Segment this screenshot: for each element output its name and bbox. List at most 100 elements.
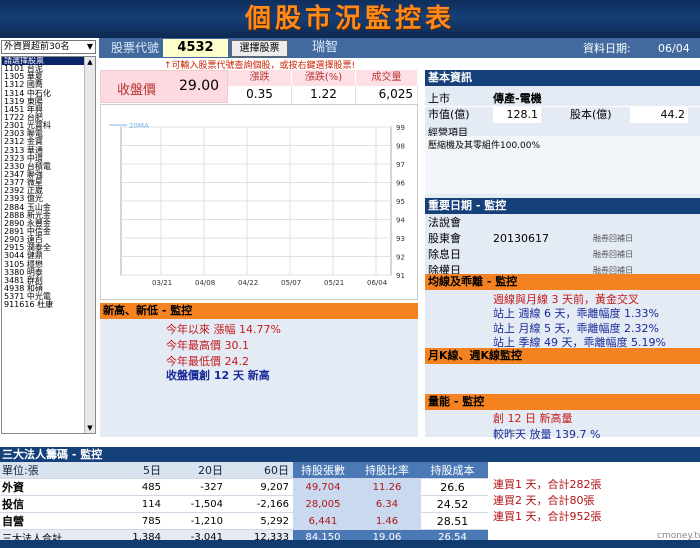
y-tick-label: 92 (396, 254, 405, 262)
capital: 44.2 (630, 106, 688, 123)
institution-notes: 連買1 天，合計282張 連買2 天，合計80張 連買1 天，合計952張 (489, 477, 700, 537)
ma-line-2: 站上 週線 6 天，乖離幅度 1.33% (493, 307, 659, 320)
table-row: 自營 785 -1,210 5,292 6,441 1.46 28.51 (0, 512, 488, 530)
stock-name: 瑞智 (312, 40, 339, 55)
stock-list-items: 請選擇股票 1101 台泥 1305 華夏 1312 國喬 1314 中石化 1319 東… (2, 57, 95, 309)
basic-row-2: 市值(億) 128.1 股本(億) 44.2 (425, 106, 700, 123)
stock-group-select[interactable]: 外資買超前30名 ▼ (1, 40, 96, 54)
stock-list[interactable]: 請選擇股票 1101 台泥 1305 華夏 1312 國喬 1314 中石化 1319 東… (1, 56, 96, 434)
date-row-label: 除息日 (428, 248, 461, 261)
y-tick-label: 91 (396, 272, 405, 280)
y-tick-label: 99 (396, 124, 405, 132)
basic-info-title: 基本資訊 (425, 70, 700, 86)
capital-label: 股本(億) (570, 108, 612, 121)
brand-watermark: cmoney.tw (657, 531, 700, 541)
highlow-line-2: 今年最高價 30.1 (166, 339, 249, 352)
legend-label: 20MA (129, 122, 149, 130)
chart-svg: 99 98 97 96 95 94 93 92 91 03/21 04/08 04/22 05/07 05… (109, 122, 405, 287)
cell: 485 (110, 478, 165, 496)
cell: 6.34 (357, 495, 421, 513)
scroll-down-icon[interactable]: ▼ (85, 423, 95, 433)
business-text: 壓縮機及其零組件100.00% (425, 136, 700, 194)
note-line: 連買2 天，合計80張 (493, 494, 595, 507)
industry: 傳產-電機 (493, 92, 542, 105)
y-tick-label: 96 (396, 180, 405, 188)
market-label: 上市 (428, 92, 450, 105)
stock-group-select-value: 外資買超前30名 (4, 42, 70, 52)
volume-line-2: 較昨天 放量 139.7 % (493, 428, 601, 441)
ma-title: 均線及乖離 - 監控 (425, 274, 700, 290)
dates-title: 重要日期 - 監控 (425, 198, 700, 214)
note-line: 連買1 天，合計952張 (493, 510, 602, 523)
select-stock-button[interactable]: 選擇股票 (231, 40, 288, 57)
highlow-title: 新高、新低 - 監控 (100, 303, 418, 319)
close-price: 29.00 (179, 78, 220, 94)
pct-value: 1.22 (292, 86, 356, 103)
date-row-label: 法說會 (428, 216, 461, 229)
close-price-label: 收盤價 (117, 83, 157, 98)
cell: -2,166 (227, 495, 293, 513)
highlow-line-4: 收盤價創 12 天 新高 (166, 369, 270, 382)
x-tick-label: 04/08 (195, 279, 215, 287)
cell: -1,504 (165, 495, 227, 513)
title-banner: 個股市況監控表 (0, 0, 700, 38)
table-row: 外資 485 -327 9,207 49,704 11.26 26.6 (0, 478, 488, 496)
cell: -327 (165, 478, 227, 496)
institutions-title: 三大法人籌碼 - 監控 (0, 447, 700, 462)
stock-list-scrollbar[interactable]: ▲ ▼ (84, 57, 95, 433)
right-column: 基本資訊 上市 傳產-電機 市值(億) 128.1 股本(億) 44.2 經營項… (425, 70, 700, 441)
kline-title: 月K線、週K線監控 (425, 348, 700, 364)
row-name: 外資 (0, 478, 110, 496)
x-tick-label: 05/07 (281, 279, 301, 287)
date-row-tag: 融券回補日 (593, 250, 633, 259)
volume-line-1: 創 12 日 新高量 (493, 412, 573, 425)
date-row-1: 法說會 (425, 214, 700, 231)
market-cap: 128.1 (493, 106, 541, 123)
cell: 26.6 (421, 478, 488, 496)
highlow-panel: 新高、新低 - 監控 今年以來 漲幅 14.77% 今年最高價 30.1 今年最… (100, 303, 418, 437)
table-row: 投信 114 -1,504 -2,166 28,005 6.34 24.52 (0, 495, 488, 513)
volume-col: 成交量 6,025 (356, 70, 418, 103)
col-header: 持股比率 (357, 462, 421, 479)
highlow-line-1: 今年以來 漲幅 14.77% (166, 323, 281, 336)
date-row-value: 20130617 (493, 232, 549, 245)
date-row-label: 股東會 (428, 232, 461, 245)
row-name: 投信 (0, 495, 110, 513)
volume-label: 成交量 (356, 70, 418, 86)
date-row-3: 除息日 融券回補日 (425, 246, 700, 263)
stock-list-item[interactable]: 911616 杜康 (2, 301, 95, 309)
change-value: 0.35 (228, 86, 292, 103)
x-tick-label: 05/21 (324, 279, 344, 287)
pct-label: 漲跌(%) (292, 70, 356, 86)
y-tick-label: 95 (396, 198, 405, 206)
volume-value: 6,025 (356, 86, 418, 103)
basic-row-1: 上市 傳產-電機 (425, 90, 700, 107)
institutions-table: 單位:張 5日 20日 60日 持股張數 持股比率 持股成本 外資 485 -3… (0, 462, 488, 546)
date-row-2: 股東會 20130617 融券回補日 (425, 230, 700, 247)
change-col: 漲跌 0.35 (228, 70, 292, 103)
x-tick-label: 04/22 (238, 279, 258, 287)
pct-col: 漲跌(%) 1.22 (292, 70, 356, 103)
date-row-tag: 融券回補日 (593, 234, 633, 243)
stock-code-input[interactable]: 4532 (163, 39, 228, 57)
scroll-up-icon[interactable]: ▲ (85, 57, 95, 67)
x-tick-label: 03/21 (152, 279, 172, 287)
stock-code-label: 股票代號 (111, 41, 160, 55)
chevron-down-icon[interactable]: ▼ (87, 41, 93, 53)
cell: -1,210 (165, 512, 227, 530)
y-tick-label: 97 (396, 161, 405, 169)
page-title: 個股市況監控表 (244, 4, 455, 34)
y-tick-label: 93 (396, 235, 405, 243)
price-chart: 99 98 97 96 95 94 93 92 91 03/21 04/08 04/22 05/07 05… (100, 104, 418, 300)
y-tick-label: 94 (396, 217, 405, 225)
cell: 24.52 (421, 495, 488, 513)
close-price-box: 收盤價 29.00 (100, 70, 228, 103)
data-date-label: 資料日期: (583, 42, 631, 55)
cell: 785 (110, 512, 165, 530)
row-name: 自營 (0, 512, 110, 530)
cell: 9,207 (227, 478, 293, 496)
col-header: 5日 (110, 462, 165, 479)
cell: 6,441 (293, 512, 357, 530)
volume-monitor-title: 量能 - 監控 (425, 394, 700, 410)
cell: 11.26 (357, 478, 421, 496)
